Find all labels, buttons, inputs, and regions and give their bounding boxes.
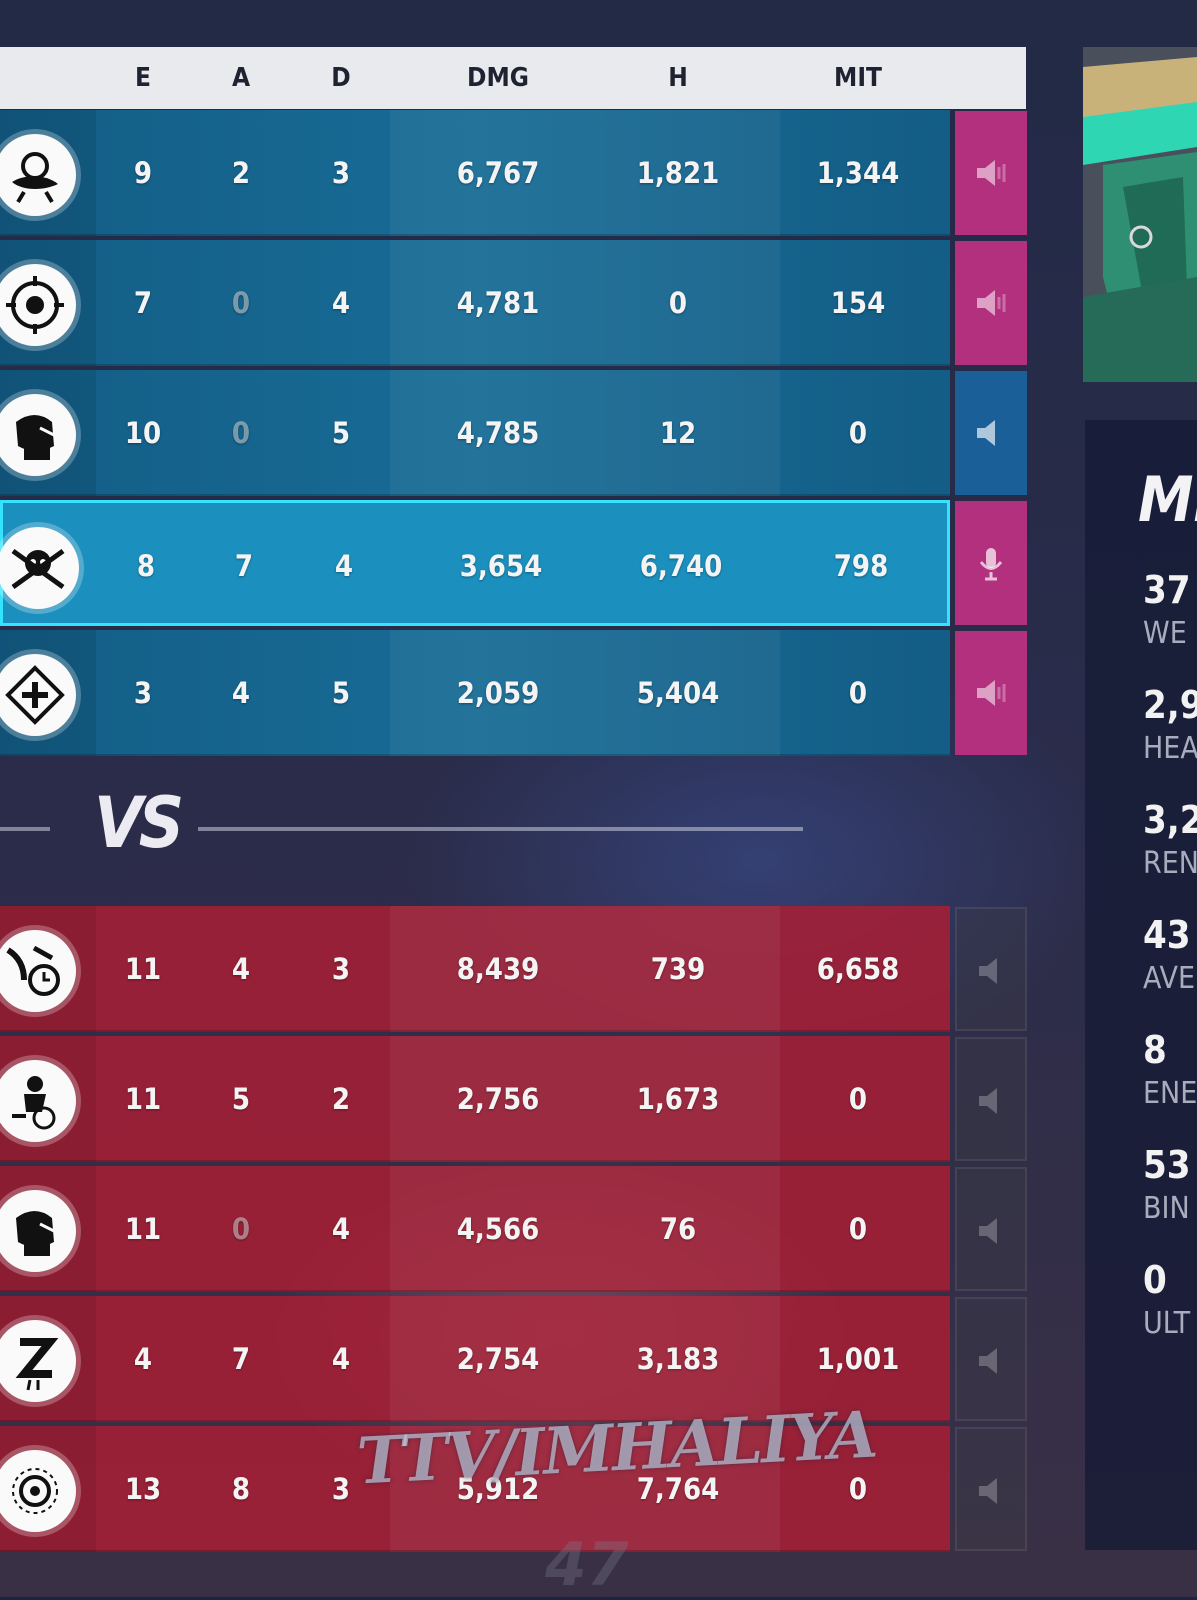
- column-healing: H: [668, 63, 688, 93]
- stat-damage: 4,566: [456, 1212, 540, 1246]
- speaker-muted-icon: [979, 1478, 997, 1504]
- stat-deaths: 3: [331, 952, 351, 986]
- stat-damage: 2,059: [456, 676, 540, 710]
- stat-mitigation: 0: [848, 416, 868, 450]
- hero-stat-value: 3,2: [1143, 798, 1197, 842]
- stat-healing: 739: [650, 952, 706, 986]
- microphone-icon: [979, 548, 1003, 581]
- stat-deaths: 4: [334, 549, 354, 583]
- enemy-player-row[interactable]: 11 0 4 4,566 76 0: [0, 1166, 950, 1292]
- stat-healing: 12: [659, 416, 697, 450]
- stat-damage: 6,767: [456, 156, 540, 190]
- stat-deaths: 5: [331, 416, 351, 450]
- column-mitigation: MIT: [834, 63, 882, 93]
- stat-damage: 2,756: [456, 1082, 540, 1116]
- speaker-muted-icon: [979, 958, 997, 984]
- stat-deaths: 4: [331, 286, 351, 320]
- hero-stat-value: 37: [1143, 568, 1191, 612]
- stat-damage: 4,785: [456, 416, 540, 450]
- column-deaths: D: [331, 63, 351, 93]
- scoreboard-header: E A D DMG H MIT: [0, 47, 1026, 109]
- hero-stat-label: ULT: [1143, 1306, 1191, 1341]
- ally-player-row[interactable]: 10 0 5 4,785 12 0: [0, 370, 950, 496]
- stat-damage: 2,754: [456, 1342, 540, 1376]
- hero-stat-label: REN: [1143, 846, 1197, 881]
- stat-damage: 8,439: [456, 952, 540, 986]
- ally-player-row[interactable]: 7 0 4 4,781 0 154: [0, 240, 950, 366]
- vs-label: VS: [94, 782, 184, 864]
- hero-stat-label: AVE: [1143, 961, 1196, 996]
- speaker-icon: [977, 290, 1006, 316]
- hero-stat-label: BIN: [1143, 1191, 1190, 1226]
- stat-damage: 3,654: [459, 549, 543, 583]
- stat-healing: 0: [668, 286, 688, 320]
- speaker-muted-icon: [979, 1218, 997, 1244]
- hero-stat-value: 43: [1143, 913, 1191, 957]
- stat-mitigation: 0: [848, 1082, 868, 1116]
- hero-stat-label: ENE: [1143, 1076, 1197, 1111]
- scoreboard-scene: E A D DMG H MIT 9 2 3 6,767 1,821 1,344 7 0 4 4,7…: [0, 0, 1197, 1600]
- stat-healing: 5,404: [636, 676, 720, 710]
- stat-healing: 76: [659, 1212, 697, 1246]
- voice-toggle-button[interactable]: [955, 1167, 1027, 1291]
- voice-toggle-button[interactable]: [955, 1427, 1027, 1551]
- stat-mitigation: 0: [848, 1212, 868, 1246]
- stat-mitigation: 154: [830, 286, 886, 320]
- background-number: 47: [545, 1530, 629, 1600]
- stat-healing: 6,740: [639, 549, 723, 583]
- ally-player-row[interactable]: 8 7 4 3,654 6,740 798: [0, 500, 950, 626]
- voice-toggle-button[interactable]: [955, 241, 1027, 365]
- speaker-icon: [977, 160, 1006, 186]
- hero-stat-value: 8: [1143, 1028, 1167, 1072]
- hero-stat-value: 2,9: [1143, 683, 1197, 727]
- speaker-muted-icon: [979, 1088, 997, 1114]
- voice-toggle-button[interactable]: [955, 1297, 1027, 1421]
- vs-divider-right: [198, 827, 803, 831]
- stat-deaths: 4: [331, 1342, 351, 1376]
- stat-damage: 4,781: [456, 286, 540, 320]
- stat-mitigation: 0: [848, 676, 868, 710]
- speaker-icon: [977, 420, 995, 446]
- hero-stat-value: 0: [1143, 1258, 1167, 1302]
- voice-toggle-button[interactable]: [955, 907, 1027, 1031]
- vs-divider-left: [0, 827, 50, 831]
- hero-portrait: [1083, 47, 1197, 382]
- voice-toggle-button[interactable]: [955, 111, 1027, 235]
- ally-player-row[interactable]: 3 4 5 2,059 5,404 0: [0, 630, 950, 756]
- stat-mitigation: 798: [833, 549, 889, 583]
- stat-deaths: 2: [331, 1082, 351, 1116]
- voice-toggle-button[interactable]: [955, 1037, 1027, 1161]
- speaker-icon: [977, 680, 1006, 706]
- voice-toggle-button[interactable]: [955, 501, 1027, 625]
- stat-deaths: 5: [331, 676, 351, 710]
- stat-mitigation: 1,344: [816, 156, 900, 190]
- enemy-player-row[interactable]: 11 5 2 2,756 1,673 0: [0, 1036, 950, 1162]
- enemy-player-row[interactable]: 11 4 3 8,439 739 6,658: [0, 906, 950, 1032]
- hero-stat-label: HEA: [1143, 731, 1197, 766]
- stat-healing: 1,673: [636, 1082, 720, 1116]
- speaker-muted-icon: [979, 1348, 997, 1374]
- hero-stat-label: WE: [1143, 616, 1187, 651]
- stat-deaths: 3: [331, 156, 351, 190]
- column-damage: DMG: [467, 63, 529, 93]
- stat-deaths: 4: [331, 1212, 351, 1246]
- stat-healing: 1,821: [636, 156, 720, 190]
- ally-player-row[interactable]: 9 2 3 6,767 1,821 1,344: [0, 110, 950, 236]
- hero-portrait-art: [1083, 47, 1197, 382]
- hero-stat-value: 53: [1143, 1143, 1191, 1187]
- voice-toggle-button[interactable]: [955, 371, 1027, 495]
- stat-mitigation: 6,658: [816, 952, 900, 986]
- hero-name: MIZ: [1138, 463, 1197, 536]
- voice-toggle-button[interactable]: [955, 631, 1027, 755]
